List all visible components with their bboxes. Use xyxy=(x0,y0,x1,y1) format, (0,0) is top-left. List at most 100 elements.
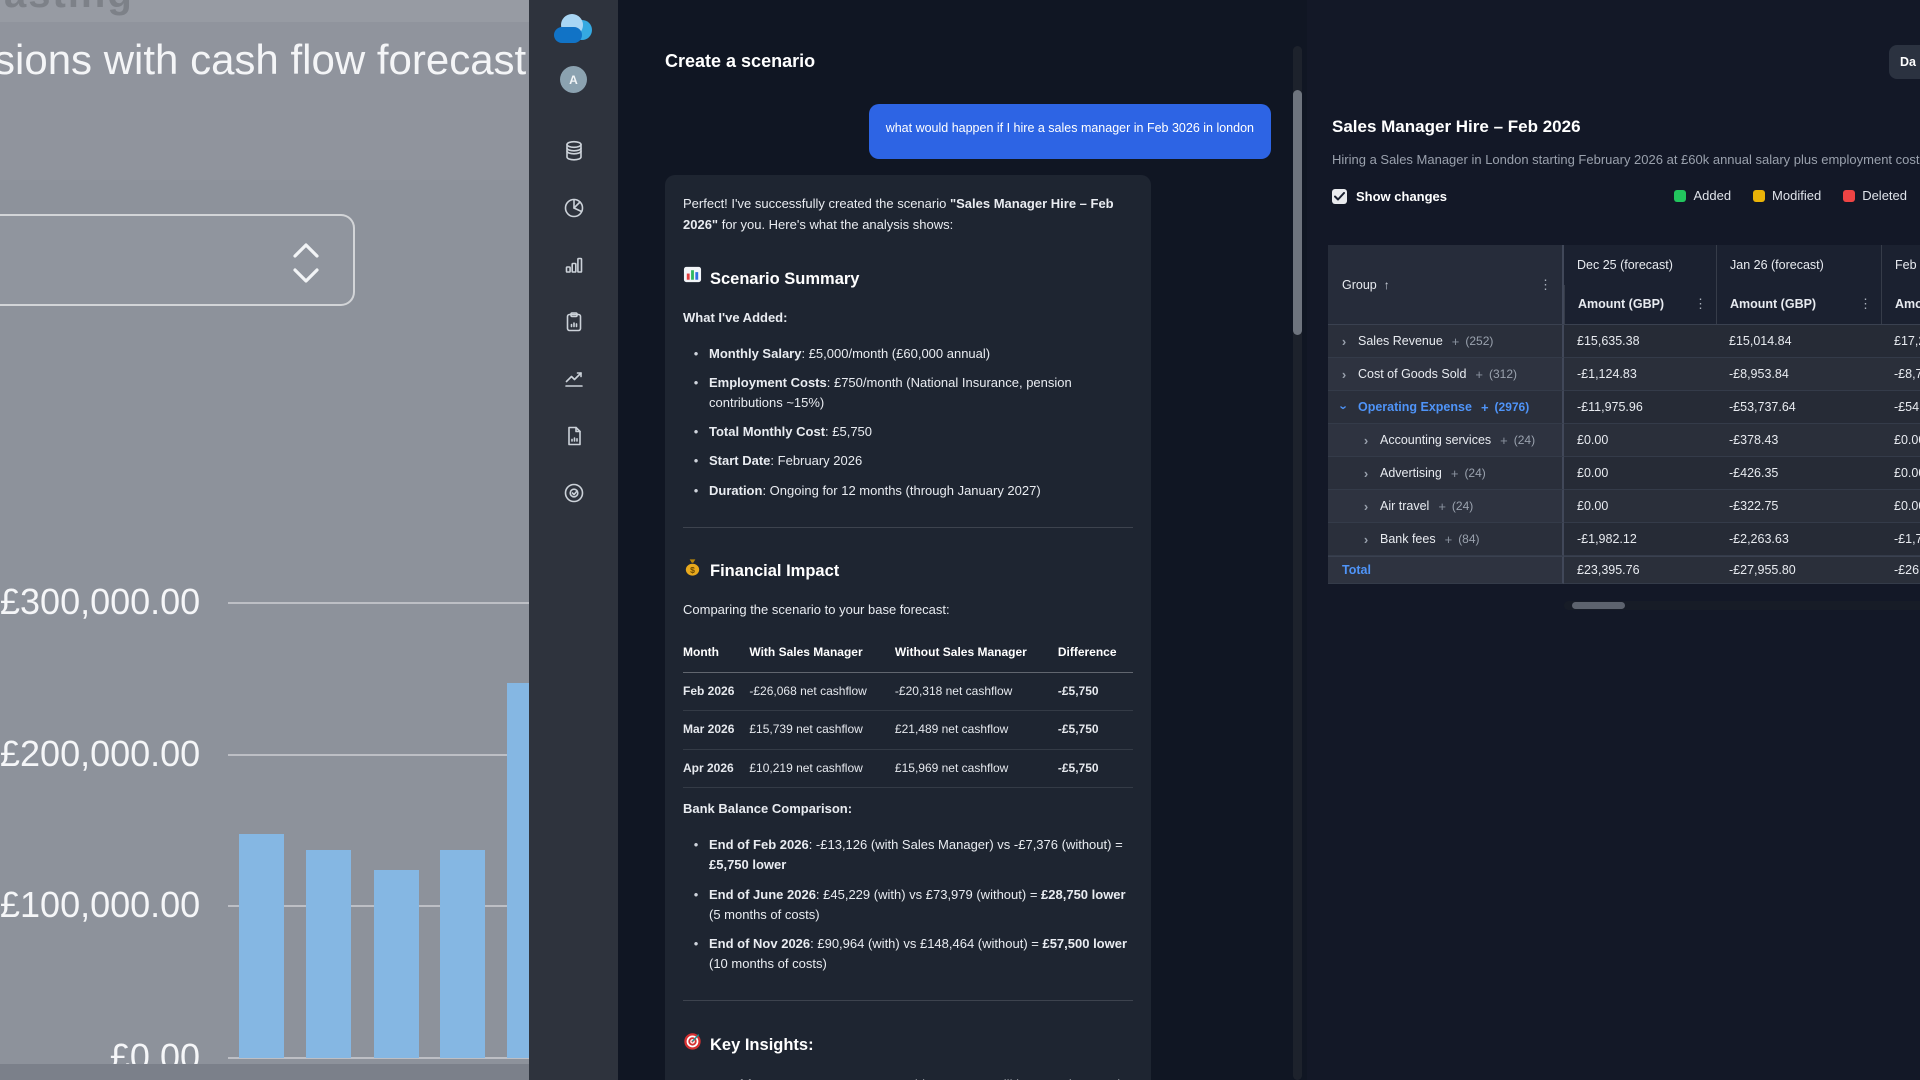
legend-swatch xyxy=(1753,190,1765,202)
list-item-text: End of June 2026: £45,229 (with) vs £73,… xyxy=(709,885,1133,925)
value-column-headers: Dec 25 (forecast)Jan 26 (forecast)Feb 2A… xyxy=(1564,245,1920,324)
amount-column-header[interactable]: Amount (GBP)⋮ xyxy=(1716,285,1881,325)
period-column-header[interactable]: Feb 2 xyxy=(1881,245,1920,285)
row-count: (252) xyxy=(1465,334,1493,348)
sidebar-item-bar-chart[interactable] xyxy=(529,239,618,296)
add-icon[interactable]: + xyxy=(1452,334,1460,349)
sort-ascending-icon[interactable]: ↑ xyxy=(1384,278,1390,292)
show-changes-label: Show changes xyxy=(1356,189,1447,204)
add-icon[interactable]: + xyxy=(1451,466,1459,481)
list-marker: • xyxy=(683,481,709,501)
legend-item-added: Added xyxy=(1674,188,1731,203)
table-row: ›Air travel+(24)£0.00-£322.75£0.00 xyxy=(1328,490,1920,523)
amount-column-header[interactable]: Amount (GBP)⋮ xyxy=(1564,285,1716,325)
add-icon[interactable]: + xyxy=(1438,499,1446,514)
chevron-right-icon[interactable]: › xyxy=(1338,367,1350,382)
sidebar-item-pie-chart[interactable] xyxy=(529,182,618,239)
legend-label: Modified xyxy=(1772,188,1821,203)
amount-column-header[interactable]: Amou⋮ xyxy=(1881,285,1920,325)
corner-button[interactable]: Da xyxy=(1889,45,1920,79)
chat-scrollbar-thumb[interactable] xyxy=(1293,90,1302,335)
column-header: Without Sales Manager xyxy=(895,636,1058,672)
sidebar-item-clipboard-report[interactable] xyxy=(529,296,618,353)
user-avatar[interactable]: A xyxy=(560,66,587,93)
bar-chart-icon xyxy=(562,253,586,282)
group-cell[interactable]: › Sales Revenue + (252) xyxy=(1328,325,1564,358)
message-divider xyxy=(683,1000,1133,1001)
chevron-right-icon[interactable]: › xyxy=(1338,334,1350,349)
list-marker: 1. xyxy=(683,1075,709,1080)
chevron-right-icon[interactable]: › xyxy=(1360,499,1372,514)
chevron-right-icon[interactable]: › xyxy=(1360,466,1372,481)
row-name: Air travel xyxy=(1380,499,1429,513)
assistant-list: 1.Monthly Burn Increase: Your monthly ex… xyxy=(683,1075,1133,1080)
list-item-text: End of Nov 2026: £90,964 (with) vs £148,… xyxy=(709,934,1133,974)
kebab-menu-icon[interactable]: ⋮ xyxy=(1859,296,1872,312)
amount-header-row: Amount (GBP)⋮Amount (GBP)⋮Amou⋮ xyxy=(1564,285,1920,325)
table-row: Mar 2026£15,739 net cashflow£21,489 net … xyxy=(683,711,1133,749)
table-hscrollbar-track[interactable] xyxy=(1564,601,1920,610)
value-cell: £21,489 net cashflow xyxy=(895,711,1058,749)
value-cell: £15,739 net cashflow xyxy=(749,711,895,749)
legend-swatch xyxy=(1674,190,1686,202)
background-bottom-band xyxy=(0,1064,529,1080)
group-cell[interactable]: ›Air travel+(24) xyxy=(1328,490,1564,523)
kebab-menu-icon[interactable]: ⋮ xyxy=(1539,277,1552,293)
assistant-list: •Monthly Salary: £5,000/month (£60,000 a… xyxy=(683,344,1133,501)
table-row: Apr 2026£10,219 net cashflow£15,969 net … xyxy=(683,749,1133,787)
assistant-section-heading: Key Insights: xyxy=(683,1031,1133,1059)
svg-text:$: $ xyxy=(690,565,695,575)
group-cell[interactable]: ›Bank fees+(84) xyxy=(1328,523,1564,556)
bar xyxy=(507,683,529,1058)
kebab-menu-icon[interactable]: ⋮ xyxy=(1694,296,1707,312)
table-row: Total£23,395.76-£27,955.80-£26, xyxy=(1328,556,1920,584)
dropdown-select-control[interactable] xyxy=(0,214,355,306)
group-column-header[interactable]: Group↑⋮ xyxy=(1328,245,1564,324)
add-icon[interactable]: + xyxy=(1445,532,1453,547)
list-item-text: Duration: Ongoing for 12 months (through… xyxy=(709,481,1133,501)
list-marker: • xyxy=(683,344,709,364)
assistant-section-heading: Scenario Summary xyxy=(683,265,1133,293)
app-window: asting sions with cash flow forecastin £… xyxy=(0,0,1920,1080)
chevron-right-icon[interactable]: › xyxy=(1360,433,1372,448)
amount-cell: -£322.75 xyxy=(1716,490,1881,523)
stepper-chevrons-icon xyxy=(291,240,321,288)
table-hscrollbar-thumb[interactable] xyxy=(1572,602,1625,609)
column-header: With Sales Manager xyxy=(749,636,895,672)
app-logo-icon[interactable] xyxy=(553,12,597,44)
row-name: Operating Expense xyxy=(1358,400,1472,414)
period-column-header[interactable]: Dec 25 (forecast) xyxy=(1564,245,1716,285)
table-header: Group↑⋮Dec 25 (forecast)Jan 26 (forecast… xyxy=(1328,245,1920,325)
list-item: •End of Nov 2026: £90,964 (with) vs £148… xyxy=(683,934,1133,974)
period-column-header[interactable]: Jan 26 (forecast) xyxy=(1716,245,1881,285)
sidebar-item-database[interactable] xyxy=(529,125,618,182)
row-count: (312) xyxy=(1489,367,1517,381)
list-item-text: Employment Costs: £750/month (National I… xyxy=(709,373,1133,413)
add-icon[interactable]: + xyxy=(1475,367,1483,382)
amount-cell: -£1,982.12 xyxy=(1564,523,1716,556)
add-icon[interactable]: + xyxy=(1481,400,1489,415)
sidebar-item-trend-line[interactable] xyxy=(529,353,618,410)
column-header: Difference xyxy=(1058,636,1133,672)
group-cell[interactable]: ›Advertising+(24) xyxy=(1328,457,1564,490)
chevron-right-icon[interactable]: › xyxy=(1360,532,1372,547)
show-changes-checkbox[interactable] xyxy=(1332,189,1347,204)
group-cell[interactable]: ›Operating Expense+(2976) xyxy=(1328,391,1564,424)
assistant-paragraph: Perfect! I've successfully created the s… xyxy=(683,193,1133,235)
group-cell[interactable]: Total xyxy=(1328,556,1564,584)
group-cell[interactable]: ›Accounting services+(24) xyxy=(1328,424,1564,457)
chevron-down-icon[interactable]: › xyxy=(1337,401,1352,413)
amount-cell: -£53,737.64 xyxy=(1716,391,1881,424)
table-row: ›Bank fees+(84)-£1,982.12-£2,263.63-£1,7… xyxy=(1328,523,1920,556)
group-cell[interactable]: ›Cost of Goods Sold+(312) xyxy=(1328,358,1564,391)
row-name: Bank fees xyxy=(1380,532,1436,546)
sidebar-item-document-report[interactable] xyxy=(529,410,618,467)
add-icon[interactable]: + xyxy=(1500,433,1508,448)
money-bag-emoji-icon: $ xyxy=(683,558,702,586)
amount-cell: -£378.43 xyxy=(1716,424,1881,457)
legend-label: Added xyxy=(1693,188,1731,203)
value-cell: £15,969 net cashflow xyxy=(895,749,1058,787)
table-header-row: MonthWith Sales ManagerWithout Sales Man… xyxy=(683,636,1133,672)
sidebar-item-target-goal[interactable] xyxy=(529,467,618,524)
row-name: Sales Revenue xyxy=(1358,334,1443,348)
